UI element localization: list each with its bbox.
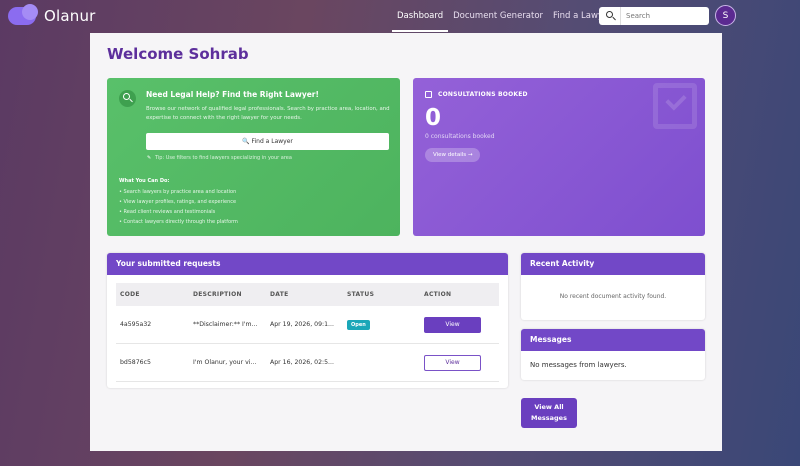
find-lawyer-tip: Tip: Use filters to find lawyers special… (155, 155, 292, 161)
list-item: Read client reviews and testimonials (119, 207, 238, 217)
request-date: Apr 19, 2026, 09:1... (270, 321, 334, 328)
table-header: CODE DESCRIPTION DATE STATUS ACTION (116, 283, 499, 306)
nav-link-document-generator[interactable]: Document Generator (448, 0, 548, 32)
consultations-label: CONSULTATIONS BOOKED (438, 91, 528, 98)
status-badge: Open (347, 319, 370, 330)
nav-links: Dashboard Document Generator Find a Lawy… (392, 0, 617, 32)
table-row: bd5876c5 I'm Olanur, your vi... Apr 16, … (116, 344, 499, 382)
list-item: View lawyer profiles, ratings, and exper… (119, 197, 238, 207)
view-all-label-line2: Messages (531, 414, 567, 422)
nav-link-dashboard[interactable]: Dashboard (392, 0, 449, 32)
recent-activity-empty: No recent document activity found. (559, 293, 667, 300)
search-icon[interactable] (599, 7, 621, 25)
messages-card: Messages No messages from lawyers. (521, 329, 705, 380)
request-date: Apr 16, 2026, 02:5... (270, 359, 334, 366)
request-description: I'm Olanur, your vi... (193, 359, 257, 366)
recent-activity-card: Recent Activity No recent document activ… (521, 253, 705, 320)
consultations-subtext: 0 consultations booked (425, 133, 495, 140)
column-header: DATE (270, 291, 289, 298)
view-all-messages-button[interactable]: View All Messages (521, 398, 577, 428)
search-box (599, 7, 709, 25)
consultations-card: CONSULTATIONS BOOKED 0 0 consultations b… (413, 78, 705, 236)
view-details-button[interactable]: View details → (425, 148, 481, 162)
consultations-count: 0 (425, 105, 442, 131)
messages-title: Messages (521, 329, 705, 351)
view-request-button[interactable]: View (424, 354, 481, 371)
request-action: View (424, 316, 499, 333)
requests-table: CODE DESCRIPTION DATE STATUS ACTION 4a59… (116, 283, 499, 382)
checkbox-icon (653, 83, 697, 129)
column-header: STATUS (347, 291, 375, 298)
page-title: Welcome Sohrab (107, 45, 249, 63)
calendar-icon (425, 91, 432, 98)
find-lawyer-card: Need Legal Help? Find the Right Lawyer! … (107, 78, 400, 236)
request-description: **Disclaimer:** I'm... (193, 321, 258, 328)
recent-activity-title: Recent Activity (521, 253, 705, 275)
messages-empty: No messages from lawyers. (530, 361, 627, 369)
lightbulb-icon: ✎ (147, 155, 152, 161)
brand-logo[interactable]: Olanur (8, 4, 96, 28)
column-header: CODE (120, 291, 140, 298)
find-lawyer-button[interactable]: 🔍 Find a Lawyer (146, 133, 389, 150)
list-item: Search lawyers by practice area and loca… (119, 187, 238, 197)
view-all-label-line1: View All (534, 403, 564, 411)
main-panel: Welcome Sohrab Need Legal Help? Find the… (90, 33, 722, 451)
find-lawyer-title: Need Legal Help? Find the Right Lawyer! (146, 90, 319, 99)
request-code: 4a595a32 (120, 321, 152, 328)
view-request-button[interactable]: View (424, 316, 481, 333)
requests-title: Your submitted requests (107, 253, 508, 275)
capabilities-list: Search lawyers by practice area and loca… (119, 187, 238, 227)
requests-card: Your submitted requests CODE DESCRIPTION… (107, 253, 508, 388)
capabilities-title: What You Can Do: (119, 178, 170, 184)
find-lawyer-description: Browse our network of qualified legal pr… (146, 106, 390, 121)
search-icon (119, 90, 136, 107)
top-navigation: Olanur Dashboard Document Generator Find… (0, 0, 800, 32)
column-header: ACTION (424, 291, 452, 298)
search-input[interactable] (621, 12, 701, 20)
table-row: 4a595a32 **Disclaimer:** I'm... Apr 19, … (116, 306, 499, 344)
column-header: DESCRIPTION (193, 291, 242, 298)
brand-name: Olanur (44, 7, 96, 25)
request-status: Open (347, 319, 424, 330)
request-action: View (424, 354, 499, 371)
list-item: Contact lawyers directly through the pla… (119, 217, 238, 227)
user-avatar[interactable]: S (715, 5, 736, 26)
logo-mark-icon (8, 4, 38, 25)
request-code: bd5876c5 (120, 359, 151, 366)
